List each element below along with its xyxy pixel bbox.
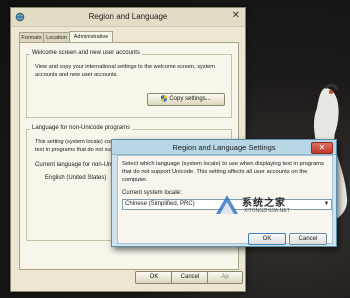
dialog-cancel-button[interactable]: Cancel xyxy=(289,233,327,245)
main-titlebar[interactable]: Region and Language ✕ xyxy=(11,8,245,27)
current-language-label: Current language for non-Uni xyxy=(35,162,113,168)
watermark-logo-icon xyxy=(216,195,238,214)
watermark-text: 系统之家 xyxy=(242,198,286,209)
close-icon[interactable]: ✕ xyxy=(311,142,333,154)
uac-shield-icon xyxy=(161,94,168,102)
system-locale-value: Chinese (Simplified, PRC) xyxy=(125,201,195,207)
welcome-group-label: Welcome screen and new user accounts xyxy=(30,50,142,56)
system-locale-label: Current system locale: xyxy=(122,190,182,196)
copy-settings-label: Copy settings... xyxy=(169,96,211,102)
dialog-description: Select which language (system locale) to… xyxy=(122,160,330,184)
dialog-ok-button[interactable]: OK xyxy=(248,233,286,245)
dialog-titlebar[interactable]: Region and Language Settings ✕ xyxy=(112,140,336,155)
watermark-subtext: XITONGZHIJIA.NET xyxy=(244,208,290,214)
unicode-group-label: Language for non-Unicode programs xyxy=(30,125,133,131)
welcome-screen-group: Welcome screen and new user accounts Vie… xyxy=(26,50,232,118)
chevron-down-icon[interactable]: ▼ xyxy=(322,200,331,209)
ok-button[interactable]: OK xyxy=(135,271,173,284)
current-language-value: English (United States) xyxy=(45,175,107,181)
dialog-description-line3: computer. xyxy=(122,177,148,183)
dialog-title: Region and Language Settings xyxy=(172,143,276,152)
apply-button[interactable]: Ap xyxy=(207,271,243,284)
site-watermark: 系统之家 XITONGZHIJIA.NET xyxy=(214,192,294,218)
window-title: Region and Language xyxy=(88,12,168,21)
welcome-description-line1: View and copy your international setting… xyxy=(35,64,215,70)
cancel-button[interactable]: Cancel xyxy=(171,271,209,284)
copy-settings-button[interactable]: Copy settings... xyxy=(147,93,225,106)
close-icon[interactable]: ✕ xyxy=(232,11,240,21)
dialog-description-line1: Select which language (system locale) to… xyxy=(122,161,325,167)
dialog-description-line2: that do not support Unicode. This settin… xyxy=(122,169,308,175)
welcome-description-line2: accounts and new user accounts. xyxy=(35,72,119,78)
